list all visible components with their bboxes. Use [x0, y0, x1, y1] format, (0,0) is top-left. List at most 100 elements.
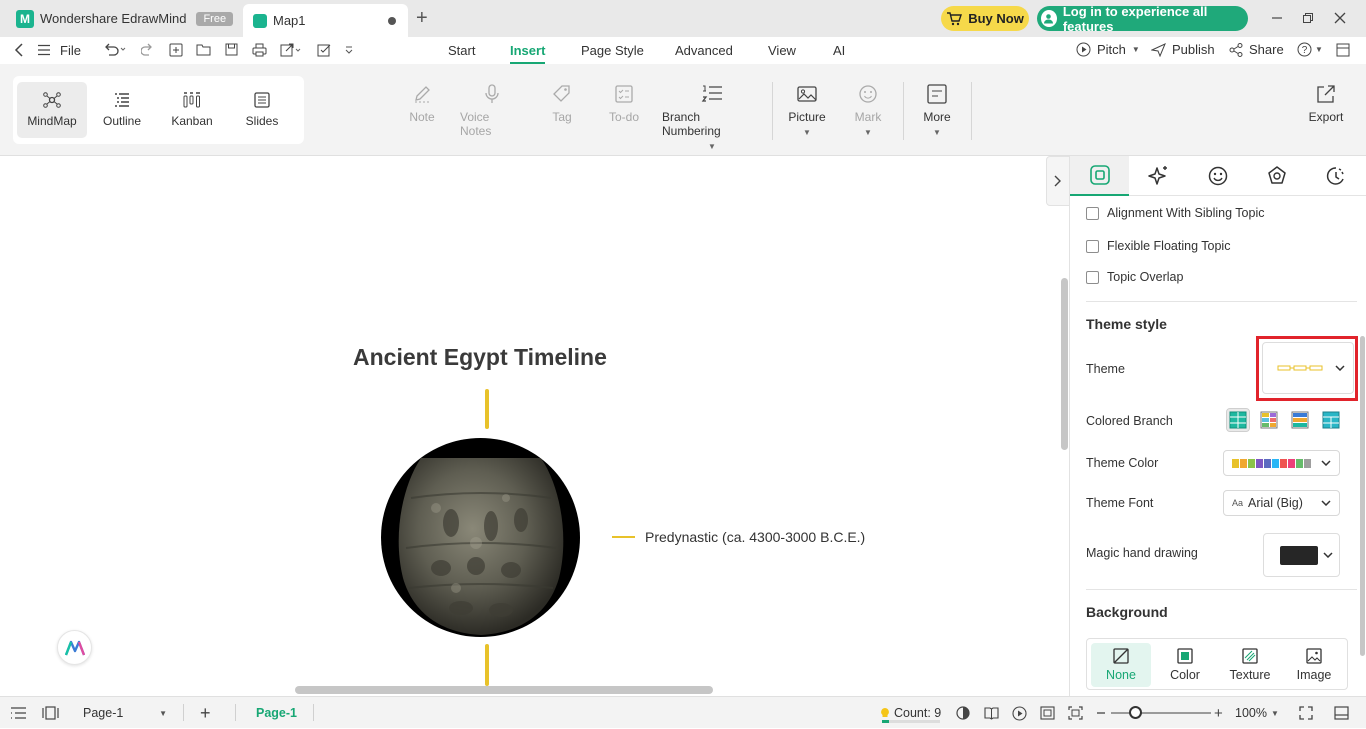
tab-clipart-panel[interactable] — [1247, 156, 1306, 196]
minimize-button[interactable] — [1267, 9, 1287, 27]
background-image-button[interactable]: Image — [1284, 643, 1344, 687]
slideshow-play-icon[interactable] — [1012, 697, 1027, 729]
theme-color-dropdown[interactable] — [1223, 450, 1340, 476]
fit-screen-icon[interactable] — [1068, 697, 1083, 729]
zoom-level-dropdown[interactable]: 100% ▼ — [1235, 697, 1279, 729]
close-window-button[interactable] — [1330, 9, 1350, 27]
subtopic-predynastic[interactable]: Predynastic (ca. 4300-3000 B.C.E.) — [645, 529, 865, 545]
add-page-button[interactable]: + — [200, 697, 211, 729]
page-panel-icon[interactable] — [42, 697, 59, 729]
collapse-panel-button[interactable] — [1046, 156, 1070, 206]
page-select-dropdown[interactable]: Page-1 ▼ — [75, 697, 175, 729]
export-share-icon[interactable] — [280, 43, 302, 57]
background-none-button[interactable]: None — [1091, 643, 1151, 687]
back-icon[interactable] — [13, 43, 25, 57]
colored-branch-option-2[interactable] — [1258, 409, 1280, 431]
undo-icon[interactable] — [103, 42, 127, 56]
page-tab-1[interactable]: Page-1 — [256, 697, 297, 729]
theme-color-swatch — [1296, 458, 1303, 468]
background-texture-button[interactable]: Texture — [1220, 643, 1280, 687]
count-progress-track — [882, 720, 940, 723]
colored-branch-option-3[interactable] — [1289, 409, 1311, 431]
alignment-sibling-checkbox[interactable]: Alignment With Sibling Topic — [1086, 206, 1264, 220]
fullscreen-icon[interactable] — [1299, 697, 1313, 729]
tab-page-style[interactable]: Page Style — [581, 43, 644, 58]
theme-font-dropdown[interactable]: Aa Arial (Big) — [1223, 490, 1340, 516]
send-icon — [1151, 42, 1166, 57]
colored-branch-option-4[interactable] — [1320, 409, 1342, 431]
file-menu[interactable]: File — [60, 43, 81, 58]
voice-notes-button[interactable]: Voice Notes — [460, 84, 524, 138]
share-button[interactable]: Share — [1229, 42, 1284, 57]
tab-insert[interactable]: Insert — [510, 43, 546, 64]
print-icon[interactable] — [252, 43, 267, 57]
mark-button[interactable]: Mark ▼ — [853, 84, 883, 137]
buy-now-button[interactable]: Buy Now — [941, 6, 1029, 31]
caret-down-icon: ▼ — [159, 708, 167, 718]
slides-view-button[interactable]: Slides — [227, 82, 297, 138]
colored-branch-option-1[interactable] — [1226, 408, 1250, 432]
tab-mark-panel[interactable] — [1188, 156, 1247, 196]
tab-style-panel[interactable] — [1070, 156, 1129, 196]
topic-overlap-checkbox[interactable]: Topic Overlap — [1086, 270, 1183, 284]
redo-icon[interactable] — [141, 43, 154, 56]
edrawmind-logo-icon: M — [16, 9, 34, 28]
edit-check-icon[interactable] — [317, 43, 339, 57]
quick-access-dropdown-icon[interactable] — [344, 45, 354, 55]
tab-ai[interactable]: AI — [833, 43, 845, 58]
tab-history-panel[interactable] — [1306, 156, 1365, 196]
panel-layout-icon[interactable] — [1334, 697, 1349, 729]
fit-page-icon[interactable] — [1040, 697, 1055, 729]
tab-view[interactable]: View — [768, 43, 796, 58]
outline-toggle-icon[interactable] — [10, 697, 27, 729]
tab-ai-panel[interactable] — [1129, 156, 1188, 196]
maximize-button[interactable] — [1298, 9, 1318, 27]
hamburger-menu-icon[interactable] — [38, 44, 50, 56]
save-icon[interactable] — [225, 43, 238, 56]
help-button[interactable]: ? ▼ — [1297, 42, 1323, 57]
count-progress-fill — [882, 720, 889, 723]
new-tab-button[interactable]: + — [416, 8, 428, 28]
canvas-horizontal-scrollbar[interactable] — [295, 686, 713, 694]
main-topic[interactable]: Ancient Egypt Timeline — [353, 344, 607, 371]
zoom-slider-handle[interactable] — [1129, 706, 1142, 719]
topic-image[interactable] — [381, 438, 580, 637]
tab-start[interactable]: Start — [448, 43, 475, 58]
more-button[interactable]: More ▼ — [920, 84, 954, 137]
theme-color-swatch — [1272, 458, 1279, 468]
open-folder-icon[interactable] — [196, 43, 211, 56]
flexible-floating-checkbox[interactable]: Flexible Floating Topic — [1086, 239, 1230, 253]
tag-button[interactable]: Tag — [547, 84, 577, 124]
publish-button[interactable]: Publish — [1151, 42, 1215, 57]
zoom-in-button[interactable]: + — [1214, 697, 1223, 729]
zoom-slider-track[interactable] — [1111, 712, 1211, 714]
branch-grid-icon — [1260, 411, 1278, 429]
export-button[interactable]: Export — [1305, 84, 1347, 124]
mindmap-view-button[interactable]: MindMap — [17, 82, 87, 138]
canvas-vertical-scrollbar[interactable] — [1061, 278, 1068, 450]
new-file-icon[interactable] — [169, 43, 183, 57]
tab-advanced[interactable]: Advanced — [675, 43, 733, 58]
branch-numbering-button[interactable]: Branch Numbering ▼ — [662, 84, 762, 151]
panel-scrollbar[interactable] — [1360, 336, 1365, 656]
export-icon — [1317, 85, 1335, 103]
zoom-out-button[interactable] — [1096, 697, 1106, 729]
app-tab[interactable]: M Wondershare EdrawMind Free — [0, 0, 245, 37]
slides-icon — [254, 92, 270, 108]
book-view-icon[interactable] — [984, 697, 999, 729]
picture-button[interactable]: Picture ▼ — [787, 84, 827, 137]
magic-hand-dropdown[interactable] — [1263, 533, 1340, 577]
document-tab[interactable]: Map1 — [243, 4, 408, 37]
todo-button[interactable]: To-do — [606, 84, 642, 124]
unsaved-dot-icon[interactable] — [388, 17, 396, 25]
note-button[interactable]: Note — [405, 84, 439, 124]
theme-toggle-icon[interactable] — [956, 697, 970, 729]
kanban-view-button[interactable]: Kanban — [157, 82, 227, 138]
pitch-button[interactable]: Pitch ▼ — [1076, 42, 1140, 57]
login-button[interactable]: Log in to experience all features — [1037, 4, 1248, 34]
ai-assistant-button[interactable] — [57, 630, 92, 665]
play-circle-icon — [1076, 42, 1091, 57]
background-color-button[interactable]: Color — [1155, 643, 1215, 687]
collapse-ribbon-icon[interactable] — [1336, 43, 1350, 57]
outline-view-button[interactable]: Outline — [87, 82, 157, 138]
